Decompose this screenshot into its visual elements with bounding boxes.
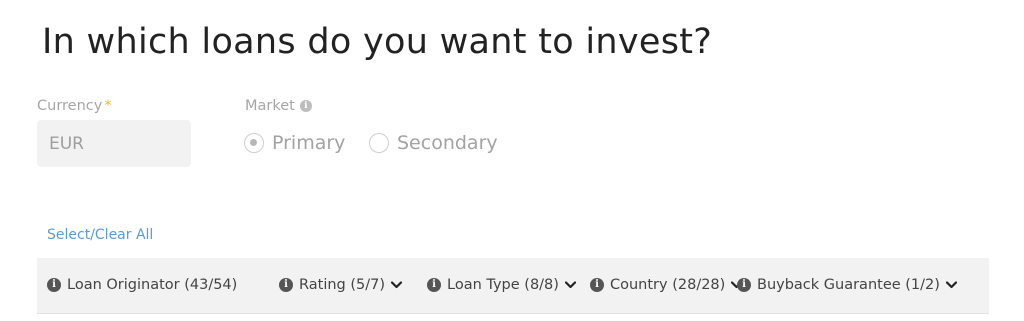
- info-icon: i: [427, 278, 441, 292]
- chevron-down-icon: [564, 281, 576, 289]
- select-clear-all-link[interactable]: Select/Clear All: [47, 227, 153, 243]
- filter-bar: i Loan Originator (43/54) i Rating (5/7)…: [37, 258, 989, 314]
- info-icon: i: [47, 278, 61, 292]
- currency-value: EUR: [49, 133, 84, 154]
- currency-label: Currency *: [37, 98, 112, 114]
- market-radio-primary[interactable]: Primary: [244, 132, 345, 154]
- filter-label: Loan Type (8/8): [447, 277, 559, 293]
- market-radio-secondary-label: Secondary: [397, 132, 498, 154]
- filter-label: Rating (5/7): [299, 277, 386, 293]
- info-icon: i: [737, 278, 751, 292]
- info-icon: i: [590, 278, 604, 292]
- filter-rating[interactable]: i Rating (5/7): [279, 277, 403, 293]
- currency-label-text: Currency: [37, 98, 103, 114]
- currency-select[interactable]: EUR: [37, 120, 191, 167]
- filter-label: Loan Originator (43/54): [67, 277, 238, 293]
- market-label: Market i: [245, 98, 312, 114]
- market-radio-primary-label: Primary: [272, 132, 346, 154]
- filter-loan-type[interactable]: i Loan Type (8/8): [427, 277, 576, 293]
- info-icon: i: [279, 278, 293, 292]
- chevron-down-icon: [945, 281, 957, 289]
- radio-checked-icon: [244, 133, 264, 153]
- page-title: In which loans do you want to invest?: [42, 22, 713, 62]
- filter-label: Country (28/28): [610, 277, 726, 293]
- filter-country[interactable]: i Country (28/28): [590, 277, 743, 293]
- market-label-text: Market: [245, 98, 295, 114]
- chevron-down-icon: [391, 281, 403, 289]
- radio-unchecked-icon: [369, 133, 389, 153]
- filter-buyback-guarantee[interactable]: i Buyback Guarantee (1/2): [737, 277, 957, 293]
- market-radio-secondary[interactable]: Secondary: [369, 132, 498, 154]
- filter-loan-originator[interactable]: i Loan Originator (43/54): [47, 277, 237, 293]
- filter-label: Buyback Guarantee (1/2): [757, 277, 940, 293]
- market-info-icon[interactable]: i: [299, 100, 312, 112]
- required-mark: *: [104, 98, 112, 114]
